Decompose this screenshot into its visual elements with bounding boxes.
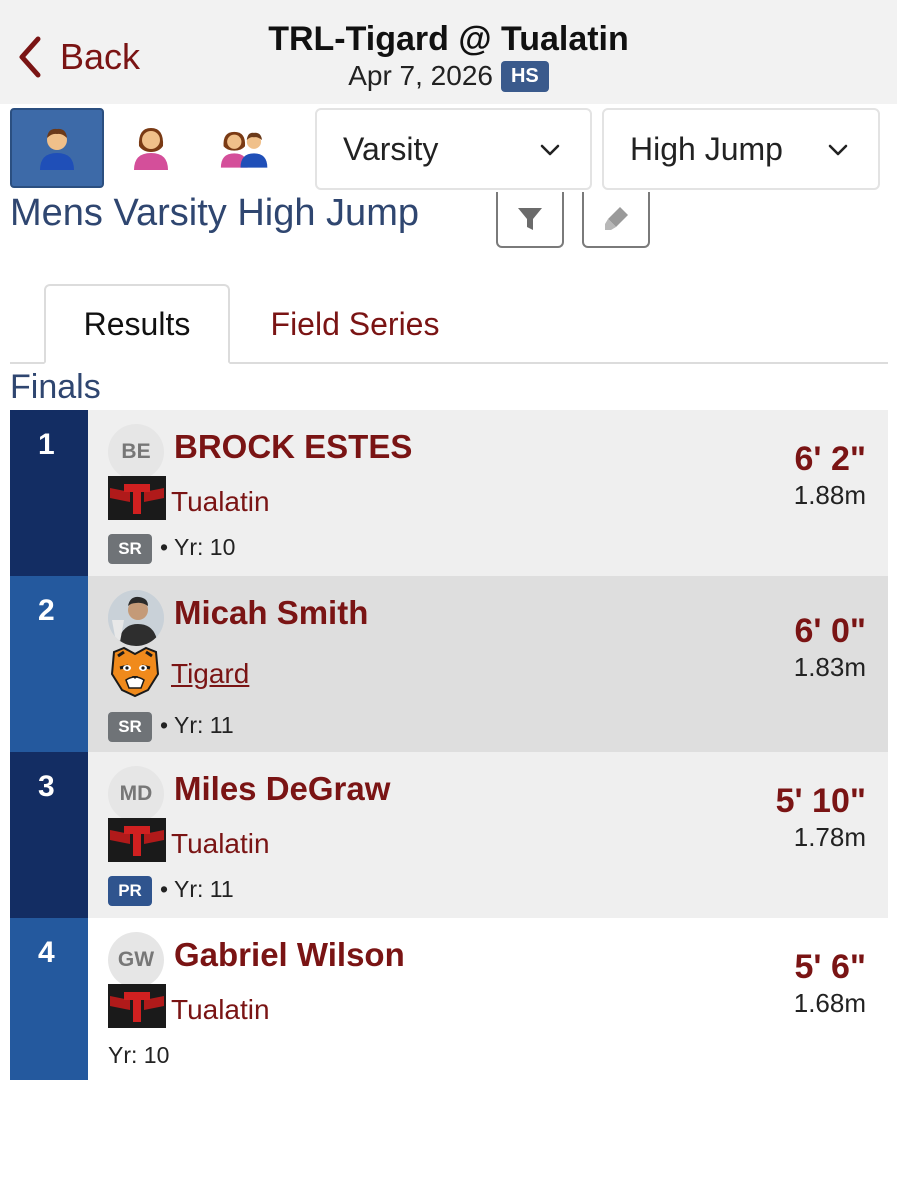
mark-metric: 1.68m xyxy=(793,988,866,1018)
result-row[interactable]: 1 BE BROCK ESTES Tualatin SR • Yr: 10 6'… xyxy=(10,410,888,576)
meet-date: Apr 7, 2026 xyxy=(348,60,493,91)
pr-badge: PR xyxy=(108,876,152,906)
mark-imperial: 6' 2" xyxy=(794,440,866,478)
chevron-down-icon xyxy=(540,144,560,156)
athlete-name[interactable]: Gabriel Wilson xyxy=(174,936,405,974)
year-label: • Yr: 11 xyxy=(160,876,234,902)
meet-title: TRL-Tigard @ Tualatin xyxy=(268,20,629,58)
chevron-down-icon xyxy=(828,144,848,156)
meet-date-line: Apr 7, 2026 HS xyxy=(0,60,897,92)
athlete-name[interactable]: Miles DeGraw xyxy=(174,770,390,808)
male-filter-button[interactable] xyxy=(10,108,104,188)
mark-metric: 1.88m xyxy=(793,480,866,510)
year-label: • Yr: 10 xyxy=(160,534,236,560)
female-athlete-icon xyxy=(134,128,168,170)
class-badge: SR xyxy=(108,712,152,742)
mark-imperial: 6' 0" xyxy=(794,612,866,650)
tab-results[interactable]: Results xyxy=(44,284,230,364)
year-label: • Yr: 11 xyxy=(160,712,234,738)
result-row[interactable]: 2 Micah Smith Tigard SR • Yr: 11 6' 0" 1… xyxy=(10,576,888,752)
event-title: Mens Varsity High Jump xyxy=(10,192,419,234)
event-value: High Jump xyxy=(630,130,783,167)
tualatin-logo-icon xyxy=(108,818,166,862)
result-row[interactable]: 4 GW Gabriel Wilson Tualatin Yr: 10 5' 6… xyxy=(10,918,888,1080)
header-bar: Back TRL-Tigard @ Tualatin Apr 7, 2026 HS xyxy=(0,0,897,104)
section-title: Finals xyxy=(10,368,101,406)
athlete-name[interactable]: Micah Smith xyxy=(174,594,368,632)
mixed-athletes-icon xyxy=(220,131,268,168)
avatar: GW xyxy=(108,932,164,988)
avatar: MD xyxy=(108,766,164,822)
team-link[interactable]: Tigard xyxy=(171,658,249,690)
mark-imperial: 5' 10" xyxy=(775,782,866,820)
tualatin-logo-icon xyxy=(108,984,166,1028)
female-filter-button[interactable] xyxy=(104,108,198,188)
mixed-filter-button[interactable] xyxy=(198,108,292,188)
division-select[interactable]: Varsity xyxy=(315,108,592,190)
result-row[interactable]: 3 MD Miles DeGraw Tualatin PR • Yr: 11 5… xyxy=(10,752,888,918)
mark-imperial: 5' 6" xyxy=(794,948,866,986)
highlight-button[interactable] xyxy=(582,192,650,248)
avatar: BE xyxy=(108,424,164,480)
mark-metric: 1.78m xyxy=(793,822,866,852)
team-name: Tualatin xyxy=(171,994,270,1025)
event-select[interactable]: High Jump xyxy=(602,108,880,190)
mark-metric: 1.83m xyxy=(793,652,866,682)
avatar-photo xyxy=(108,590,164,646)
athlete-photo-icon xyxy=(108,590,164,646)
highlighter-icon xyxy=(605,207,628,230)
place-number: 1 xyxy=(10,410,88,576)
team-name: Tualatin xyxy=(171,486,270,517)
place-number: 4 xyxy=(10,918,88,1080)
year-label: Yr: 10 xyxy=(108,1042,170,1068)
place-number: 2 xyxy=(10,576,88,752)
level-badge: HS xyxy=(500,61,549,92)
class-badge: SR xyxy=(108,534,152,564)
male-athlete-icon xyxy=(40,128,74,170)
team-name: Tualatin xyxy=(171,828,270,859)
tualatin-logo-icon xyxy=(108,476,166,520)
filter-icon xyxy=(518,208,542,230)
filter-button[interactable] xyxy=(496,192,564,248)
tab-field-series[interactable]: Field Series xyxy=(240,284,470,364)
division-value: Varsity xyxy=(343,130,439,167)
place-number: 3 xyxy=(10,752,88,918)
tigard-tiger-logo-icon xyxy=(110,646,160,698)
athlete-name[interactable]: BROCK ESTES xyxy=(174,428,412,466)
